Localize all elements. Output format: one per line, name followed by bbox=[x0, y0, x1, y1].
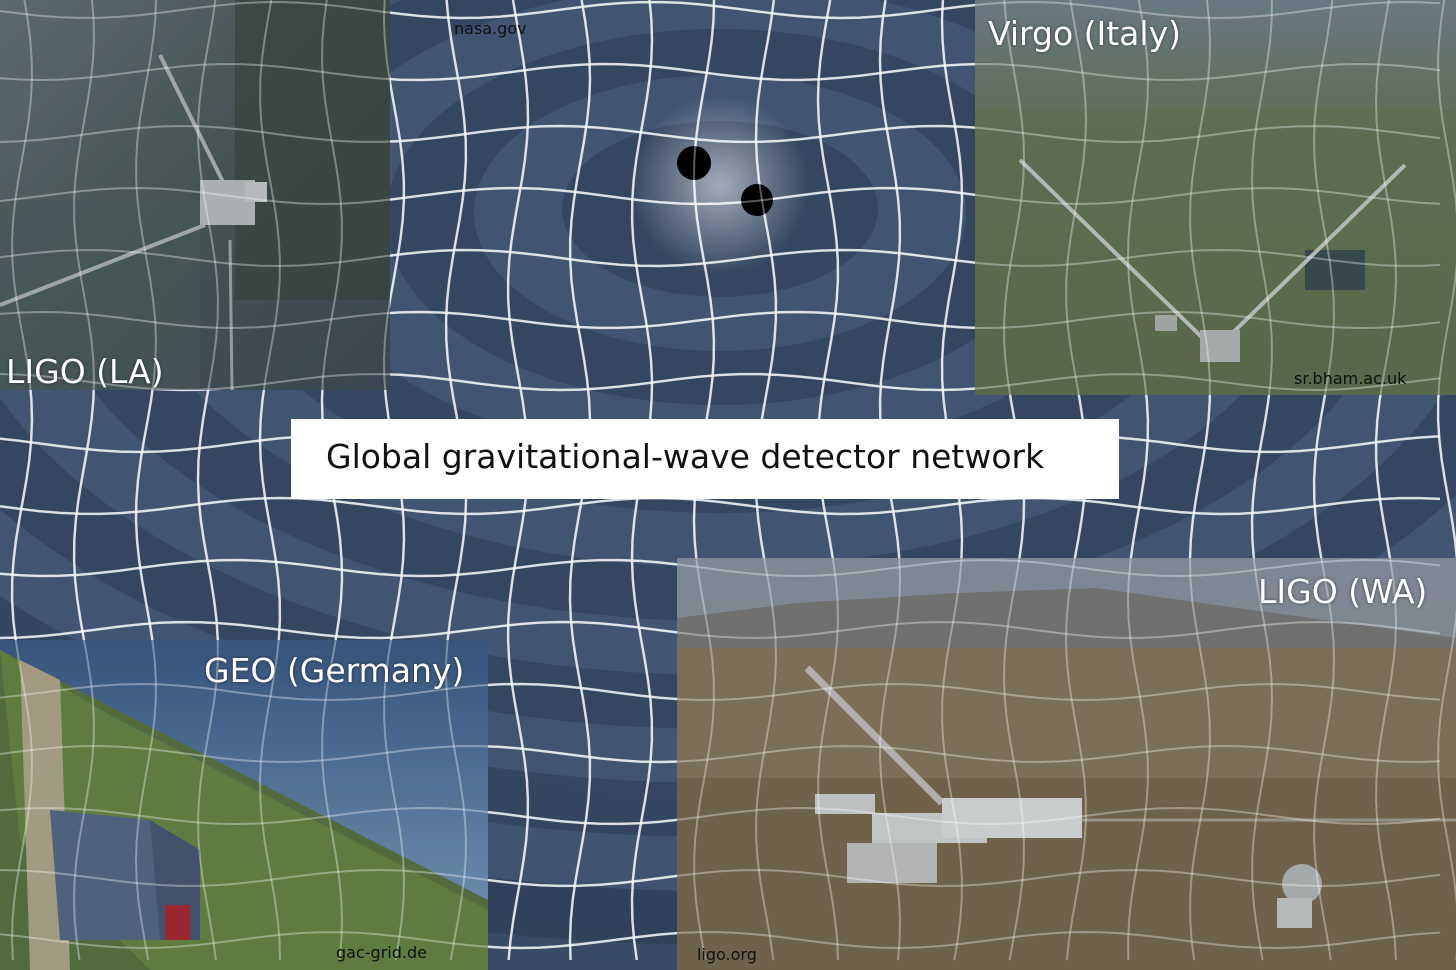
virgo-photo bbox=[975, 0, 1456, 395]
ligo-la-photo bbox=[0, 0, 390, 390]
title-box: Global gravitational-wave detector netwo… bbox=[291, 419, 1119, 499]
black-hole-icon bbox=[677, 146, 711, 180]
source-credit: nasa.gov bbox=[454, 19, 527, 38]
geo-credit: gac-grid.de bbox=[336, 943, 427, 962]
page-title: Global gravitational-wave detector netwo… bbox=[326, 437, 1045, 476]
virgo-label: Virgo (Italy) bbox=[988, 14, 1181, 53]
black-hole-icon bbox=[741, 184, 773, 216]
ligo-wa-photo bbox=[677, 558, 1456, 970]
geo-label: GEO (Germany) bbox=[204, 651, 465, 690]
virgo-credit: sr.bham.ac.uk bbox=[1294, 369, 1407, 388]
ligo-la-label: LIGO (LA) bbox=[6, 352, 164, 391]
gravitational-wave-illustration: LIGO (LA) Virgo (Italy) GEO (Germany) LI… bbox=[0, 0, 1456, 970]
merger-glow bbox=[630, 95, 810, 275]
ligo-wa-label: LIGO (WA) bbox=[1258, 572, 1428, 611]
ligo-wa-credit: ligo.org bbox=[697, 945, 757, 964]
